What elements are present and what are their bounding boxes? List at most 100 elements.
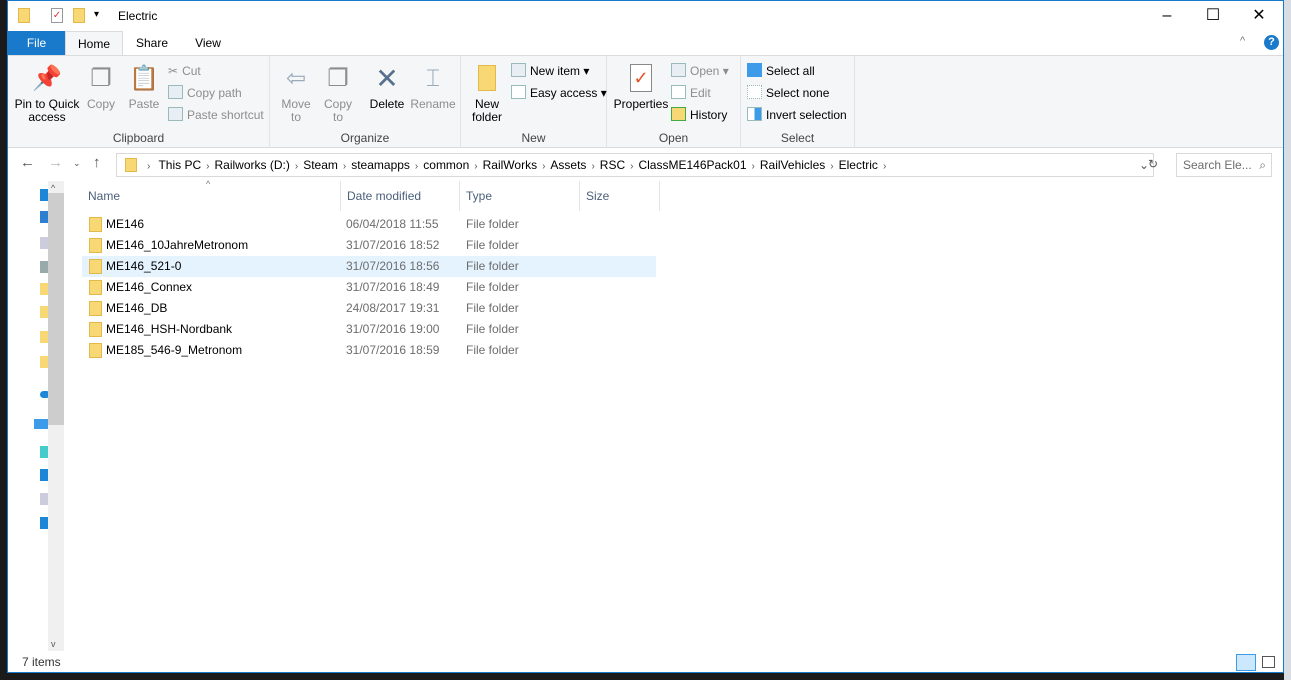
window-title: Electric [118,9,158,23]
customize-toolbar-icon[interactable]: ▾ [94,9,99,20]
search-input[interactable]: Search Ele... ⌕ [1176,153,1272,177]
breadcrumb-item[interactable]: RailVehicles [760,158,825,172]
file-row[interactable]: ME146_DB 24/08/2017 19:31 File folder [82,298,656,319]
file-row[interactable]: ME146 06/04/2018 11:55 File folder [82,214,656,235]
new-group: New folder New item ▾ Easy access ▾ New [461,56,607,148]
folder-icon [89,343,102,358]
breadcrumb-chevron-icon[interactable]: › [343,161,346,172]
details-view-button[interactable] [1236,654,1256,671]
file-row[interactable]: ME146_Connex 31/07/2016 18:49 File folde… [82,277,656,298]
copy-to-button[interactable]: ❐ Copy to [320,62,356,124]
breadcrumb-item[interactable]: Assets [550,158,586,172]
breadcrumb-chevron-icon[interactable]: › [206,161,209,172]
breadcrumb-chevron-icon[interactable]: › [830,161,833,172]
file-type: File folder [466,343,519,357]
breadcrumb-item[interactable]: Steam [303,158,338,172]
tab-home[interactable]: Home [65,31,123,56]
maximize-button[interactable]: ☐ [1190,1,1236,31]
select-none-button[interactable]: Select none [747,83,829,103]
tab-file[interactable]: File [8,31,65,56]
breadcrumb-chevron-icon[interactable]: › [542,161,545,172]
column-headers: ^ Name Date modified Type Size [82,179,682,211]
open-group-label: Open [658,131,689,145]
pin-to-quick-access-button[interactable]: 📌 Pin to Quick access [12,62,82,124]
ribbon: 📌 Pin to Quick access ❐ Copy 📋 Paste ✂ Cut C… [8,55,1283,148]
breadcrumb-item[interactable]: Electric [839,158,878,172]
move-to-icon: ⇦ [285,64,307,92]
address-bar[interactable]: › This PC › Railworks (D:) › Steam › steamapps… [116,153,1154,177]
address-bar-row: ← → ⌄ ↑ › This PC › Railworks (D:) › Steam › s… [8,148,1283,181]
file-row[interactable]: ME146_521-0 31/07/2016 18:56 File folder [82,256,656,277]
large-icons-view-button[interactable] [1262,656,1275,668]
breadcrumb-chevron-icon[interactable]: › [591,161,594,172]
paste-icon: 📋 [129,64,159,92]
breadcrumb-chevron-icon[interactable]: › [883,161,886,172]
breadcrumb-item[interactable]: Railworks (D:) [215,158,290,172]
breadcrumb-item[interactable]: steamapps [351,158,410,172]
tab-view[interactable]: View [186,31,230,56]
invert-selection-button[interactable]: Invert selection [747,105,847,125]
file-type: File folder [466,238,519,252]
breadcrumb-item[interactable]: RSC [600,158,625,172]
history-button[interactable]: History [671,105,727,125]
new-folder-button[interactable]: New folder [467,62,507,124]
forward-button[interactable]: → [48,154,63,171]
up-button[interactable]: ↑ [93,154,101,171]
breadcrumb-item[interactable]: common [423,158,469,172]
column-name[interactable]: Name [82,181,341,211]
breadcrumb-chevron-icon[interactable]: › [415,161,418,172]
breadcrumb-chevron-icon[interactable]: › [295,161,298,172]
close-button[interactable]: ✕ [1236,1,1282,31]
properties-icon: ✓ [627,62,655,94]
properties-button[interactable]: ✓ Properties [611,62,671,111]
cut-button[interactable]: ✂ Cut [168,61,201,81]
edit-button[interactable]: Edit [671,83,711,103]
file-type: File folder [466,322,519,336]
breadcrumb-chevron-icon[interactable]: › [752,161,755,172]
tab-share[interactable]: Share [128,31,176,56]
easy-access-button[interactable]: Easy access ▾ [511,83,607,103]
breadcrumb-item[interactable]: This PC [158,158,201,172]
properties-quick-icon[interactable]: ✓ [51,8,63,23]
open-button[interactable]: Open ▾ [671,61,729,81]
recent-locations-icon[interactable]: ⌄ [73,158,81,169]
column-size[interactable]: Size [580,181,660,211]
clipboard-group: 📌 Pin to Quick access ❐ Copy 📋 Paste ✂ Cut C… [8,56,270,148]
select-all-button[interactable]: Select all [747,61,815,81]
file-row[interactable]: ME146_10JahreMetronom 31/07/2016 18:52 F… [82,235,656,256]
new-folder-quick-icon[interactable] [73,8,85,23]
rename-button[interactable]: ⌶ Rename [410,62,456,111]
back-button[interactable]: ← [20,154,35,171]
help-icon[interactable]: ? [1264,35,1279,50]
refresh-icon[interactable]: ↻ [1148,157,1158,171]
copy-path-button[interactable]: Copy path [168,83,242,103]
folder-icon [18,8,30,23]
column-date-modified[interactable]: Date modified [341,181,460,211]
file-type: File folder [466,301,519,315]
file-row[interactable]: ME185_546-9_Metronom 31/07/2016 18:59 Fi… [82,340,656,361]
paste-button[interactable]: 📋 Paste [124,62,164,111]
folder-icon [89,259,102,274]
breadcrumb-item[interactable]: ClassME146Pack01 [638,158,746,172]
scrollbar-thumb[interactable] [48,193,64,425]
delete-x-icon: ✕ [375,62,399,94]
breadcrumb-chevron-icon[interactable]: › [630,161,633,172]
file-row[interactable]: ME146_HSH-Nordbank 31/07/2016 19:00 File… [82,319,656,340]
copy-button[interactable]: ❐ Copy [84,62,118,111]
delete-button[interactable]: ✕ Delete [368,62,406,111]
scroll-up-icon[interactable]: ^ [51,183,55,193]
breadcrumb-chevron-icon[interactable]: › [474,161,477,172]
new-item-button[interactable]: New item ▾ [511,61,589,81]
paste-shortcut-icon [168,107,183,121]
breadcrumb-item[interactable]: RailWorks [483,158,537,172]
scroll-down-icon[interactable]: v [51,639,56,649]
rename-icon: ⌶ [425,64,441,92]
open-icon [671,63,686,77]
column-type[interactable]: Type [460,181,580,211]
move-to-button[interactable]: ⇦ Move to [278,62,314,124]
minimize-button[interactable]: – [1144,1,1190,31]
file-date: 06/04/2018 11:55 [346,217,439,231]
file-name: ME146_10JahreMetronom [106,238,249,252]
collapse-ribbon-icon[interactable]: ^ [1240,35,1245,47]
paste-shortcut-button[interactable]: Paste shortcut [168,105,264,125]
